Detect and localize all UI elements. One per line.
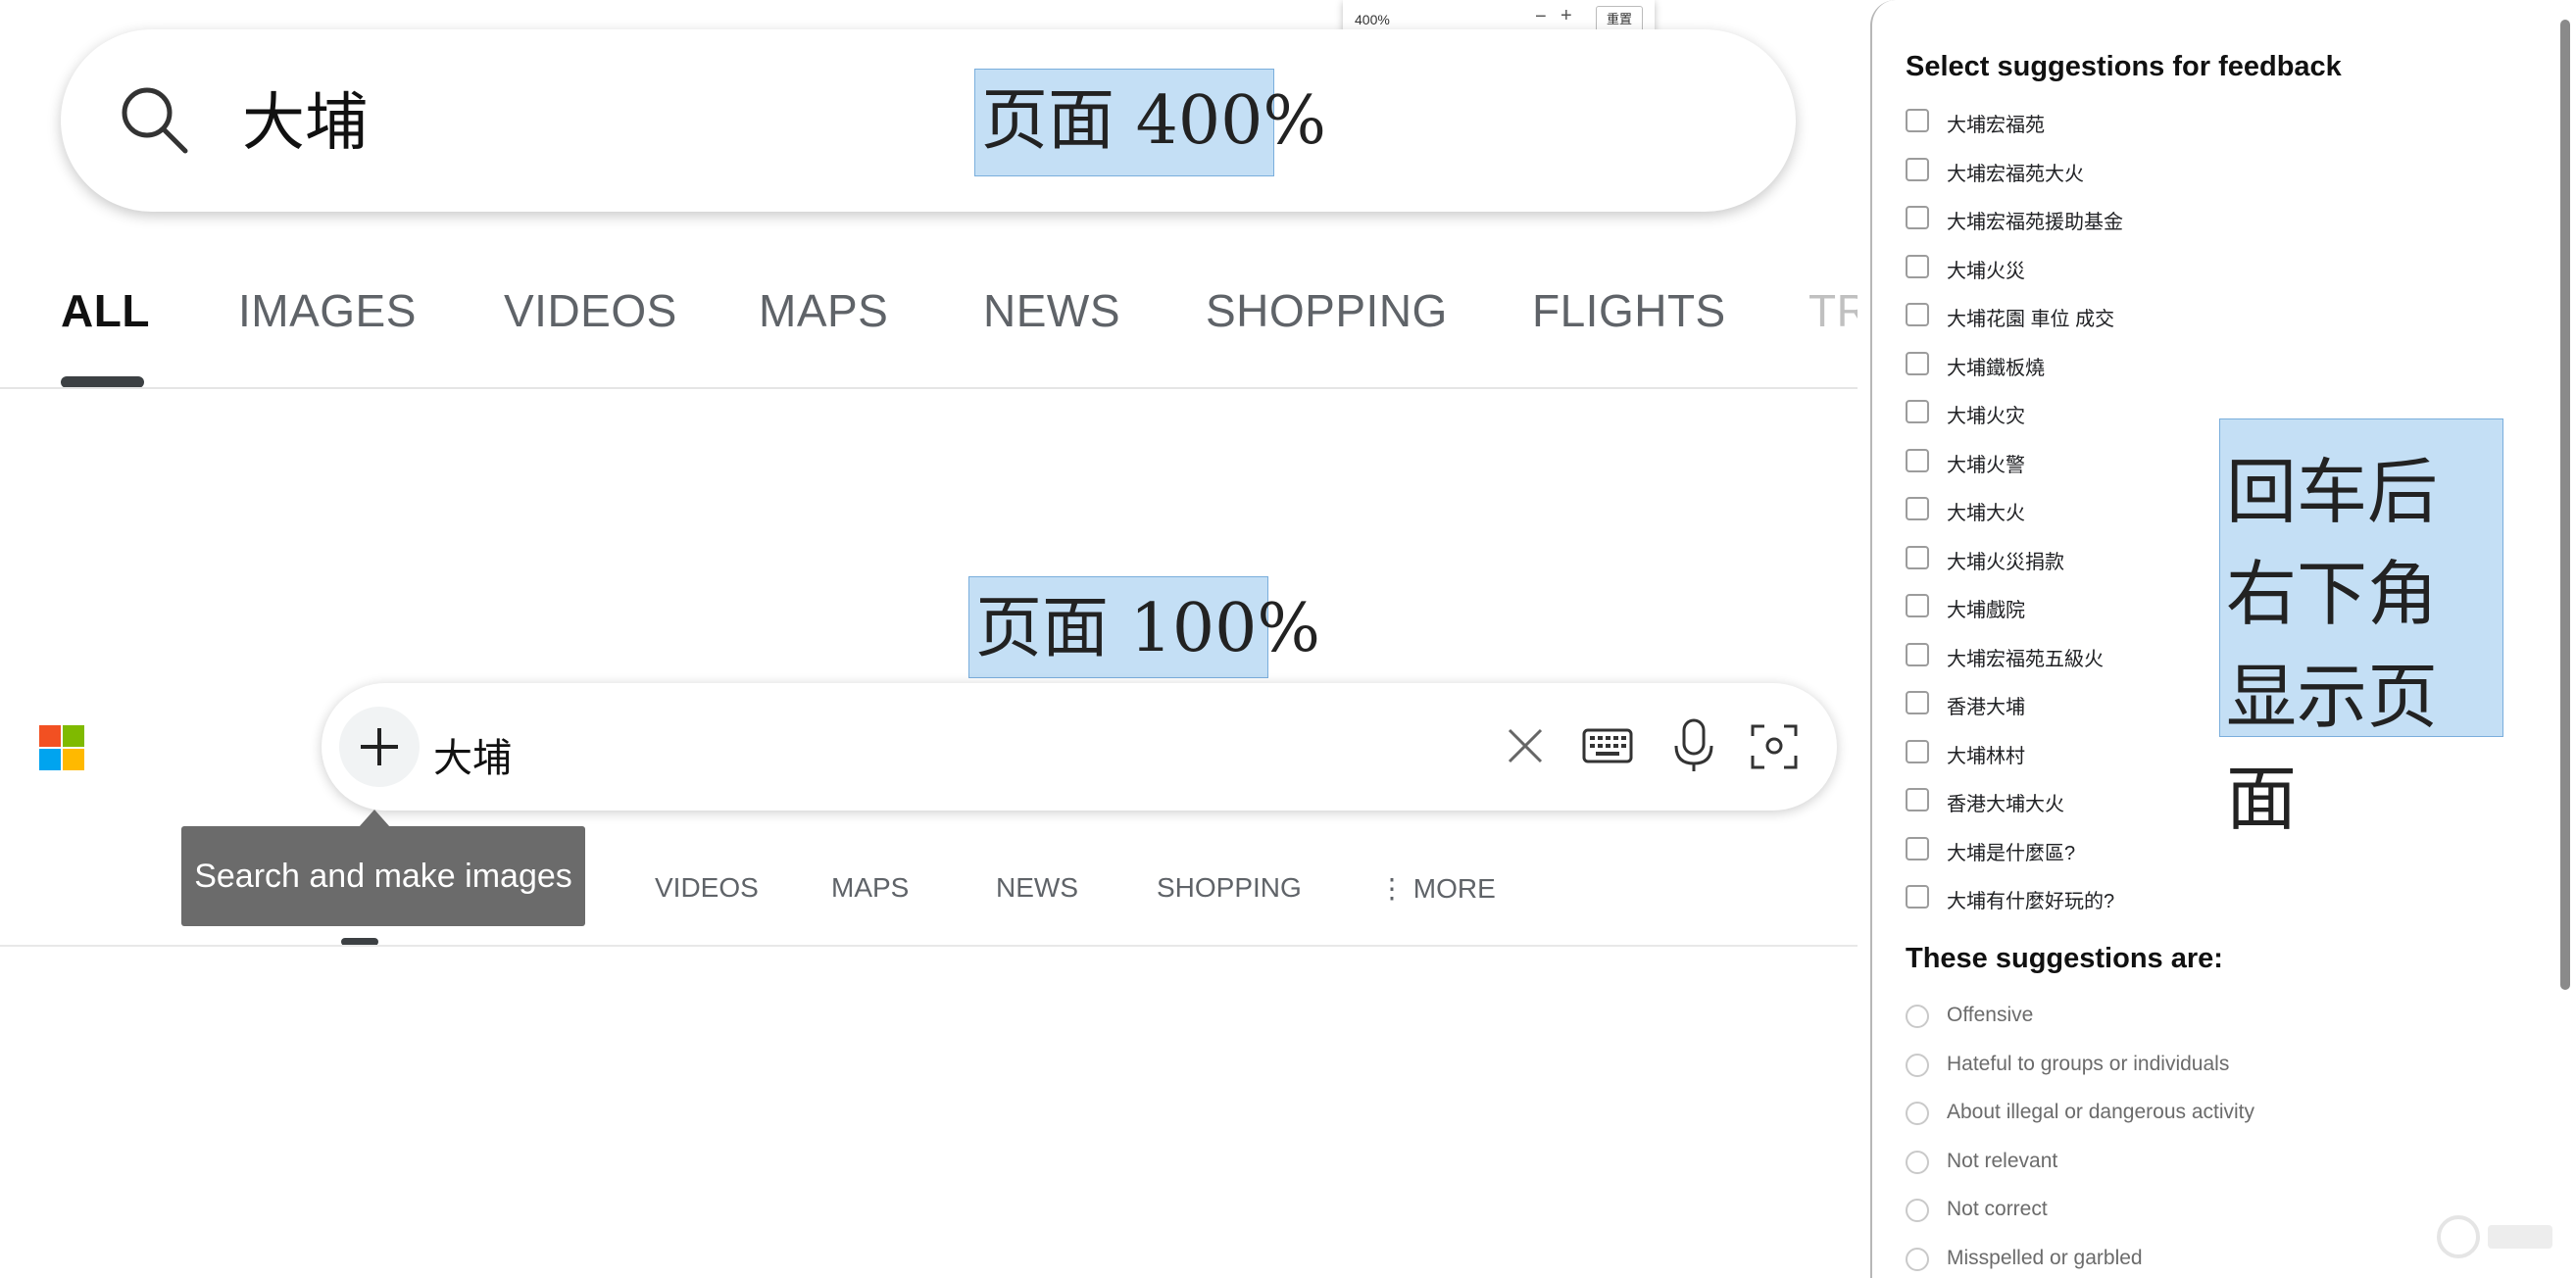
panel-scrollbar[interactable] xyxy=(2560,20,2570,990)
suggestion-checkbox[interactable] xyxy=(1906,594,1929,617)
big-tab-flights[interactable]: FLIGHTS xyxy=(1532,284,1726,337)
suggestion-checkbox[interactable] xyxy=(1906,400,1929,423)
suggestion-label[interactable]: 香港大埔大火 xyxy=(1947,788,2064,816)
suggestion-label[interactable]: 大埔火災捐款 xyxy=(1947,546,2064,574)
suggestion-checkbox[interactable] xyxy=(1906,158,1929,181)
keyboard-icon[interactable] xyxy=(1580,718,1635,773)
small-search-query[interactable]: 大埔 xyxy=(433,726,512,783)
suggestion-checkbox[interactable] xyxy=(1906,885,1929,909)
suggestion-checkbox[interactable] xyxy=(1906,788,1929,811)
visual-search-icon[interactable] xyxy=(1747,718,1802,773)
suggestion-label[interactable]: 大埔鐵板燒 xyxy=(1947,352,2045,380)
watermark-logo xyxy=(2437,1215,2552,1258)
small-tab-more[interactable]: ⋮ MORE xyxy=(1378,872,1496,905)
side-note-line: 右下角 xyxy=(2226,553,2439,636)
big-search-query[interactable]: 大埔 xyxy=(242,73,368,163)
big-tab-maps[interactable]: MAPS xyxy=(759,284,888,337)
small-tab-news[interactable]: NEWS xyxy=(996,872,1078,904)
suggestion-checkbox[interactable] xyxy=(1906,303,1929,326)
suggestion-label[interactable]: 大埔戲院 xyxy=(1947,594,2025,622)
microsoft-logo[interactable] xyxy=(39,725,84,770)
reason-radio[interactable] xyxy=(1906,1054,1929,1077)
small-tab-maps[interactable]: MAPS xyxy=(831,872,909,904)
small-tab-divider xyxy=(0,945,1858,947)
suggestion-label[interactable]: 大埔宏福苑大火 xyxy=(1947,158,2084,186)
reason-label[interactable]: Not correct xyxy=(1947,1198,2048,1221)
suggestion-checkbox[interactable] xyxy=(1906,837,1929,860)
suggestion-label[interactable]: 大埔宏福苑 xyxy=(1947,109,2045,137)
tab-divider xyxy=(0,387,1858,389)
annotation-side-note: 回车后 右下角 显示页面 xyxy=(2219,418,2503,840)
plus-icon xyxy=(361,728,398,765)
suggestion-label[interactable]: 大埔火灾 xyxy=(1947,400,2025,428)
suggestion-label[interactable]: 大埔大火 xyxy=(1947,497,2025,525)
reason-label[interactable]: Offensive xyxy=(1947,1004,2033,1027)
suggestion-checkbox[interactable] xyxy=(1906,546,1929,569)
big-tab-videos[interactable]: VIDEOS xyxy=(504,284,677,337)
suggestion-checkbox[interactable] xyxy=(1906,740,1929,763)
reason-radio[interactable] xyxy=(1906,1151,1929,1174)
small-search-bar[interactable]: 大埔 xyxy=(322,683,1837,811)
big-tab-travel[interactable]: TR xyxy=(1808,284,1858,337)
feedback-panel-title: Select suggestions for feedback xyxy=(1906,51,2342,82)
zoom-level: 400% xyxy=(1355,12,1390,27)
reason-label[interactable]: Misspelled or garbled xyxy=(1947,1247,2143,1270)
suggestion-checkbox[interactable] xyxy=(1906,109,1929,132)
suggestion-label[interactable]: 大埔火警 xyxy=(1947,449,2025,477)
reason-radio[interactable] xyxy=(1906,1005,1929,1028)
big-search-bar[interactable]: 大埔 xyxy=(61,29,1796,212)
reasons-title: These suggestions are: xyxy=(1906,943,2223,974)
small-tab-videos[interactable]: VIDEOS xyxy=(655,872,759,904)
logo-green-square xyxy=(63,725,84,747)
suggestion-label[interactable]: 大埔火災 xyxy=(1947,255,2025,283)
suggestion-checkbox[interactable] xyxy=(1906,449,1929,472)
suggestion-label[interactable]: 大埔林村 xyxy=(1947,740,2025,768)
side-note-line: 回车后 xyxy=(2226,451,2439,533)
reason-radio[interactable] xyxy=(1906,1199,1929,1222)
big-tab-news[interactable]: NEWS xyxy=(983,284,1120,337)
suggestion-label[interactable]: 大埔有什麼好玩的? xyxy=(1947,885,2114,913)
reason-label[interactable]: Not relevant xyxy=(1947,1150,2057,1173)
suggestion-label[interactable]: 大埔花園 車位 成交 xyxy=(1947,303,2114,331)
logo-blue-square xyxy=(39,749,61,770)
create-image-button[interactable] xyxy=(339,707,420,787)
big-tab-images[interactable]: IMAGES xyxy=(238,284,417,337)
create-image-tooltip: Search and make images xyxy=(181,826,585,926)
suggestion-checkbox[interactable] xyxy=(1906,691,1929,714)
big-tab-all[interactable]: ALL xyxy=(61,284,150,337)
suggestion-checkbox[interactable] xyxy=(1906,497,1929,520)
zoom-out-button[interactable]: − xyxy=(1535,6,1547,28)
suggestion-label[interactable]: 大埔宏福苑五級火 xyxy=(1947,643,2104,671)
annotation-page-100: 页面 100% xyxy=(968,576,1320,678)
search-icon[interactable] xyxy=(115,80,193,159)
big-tab-shopping[interactable]: SHOPPING xyxy=(1206,284,1448,337)
microphone-icon[interactable] xyxy=(1666,716,1721,775)
suggestion-checkbox[interactable] xyxy=(1906,643,1929,666)
suggestion-label[interactable]: 大埔宏福苑援助基金 xyxy=(1947,206,2123,234)
tooltip-arrow xyxy=(359,810,390,827)
annotation-page-400: 页面 400% xyxy=(974,69,1326,176)
suggestion-label[interactable]: 香港大埔 xyxy=(1947,691,2025,719)
side-note-line: 显示页面 xyxy=(2226,655,2439,841)
small-tab-shopping[interactable]: SHOPPING xyxy=(1157,872,1302,904)
reason-radio[interactable] xyxy=(1906,1248,1929,1271)
reason-label[interactable]: About illegal or dangerous activity xyxy=(1947,1101,2254,1124)
clear-icon[interactable] xyxy=(1498,718,1553,773)
logo-red-square xyxy=(39,725,61,747)
suggestion-label[interactable]: 大埔是什麼區? xyxy=(1947,837,2075,865)
suggestion-checkbox[interactable] xyxy=(1906,206,1929,229)
suggestion-checkbox[interactable] xyxy=(1906,352,1929,375)
suggestion-checkbox[interactable] xyxy=(1906,255,1929,278)
logo-yellow-square xyxy=(63,749,84,770)
reason-radio[interactable] xyxy=(1906,1102,1929,1125)
reason-label[interactable]: Hateful to groups or individuals xyxy=(1947,1053,2229,1076)
zoom-in-button[interactable]: + xyxy=(1560,5,1572,27)
